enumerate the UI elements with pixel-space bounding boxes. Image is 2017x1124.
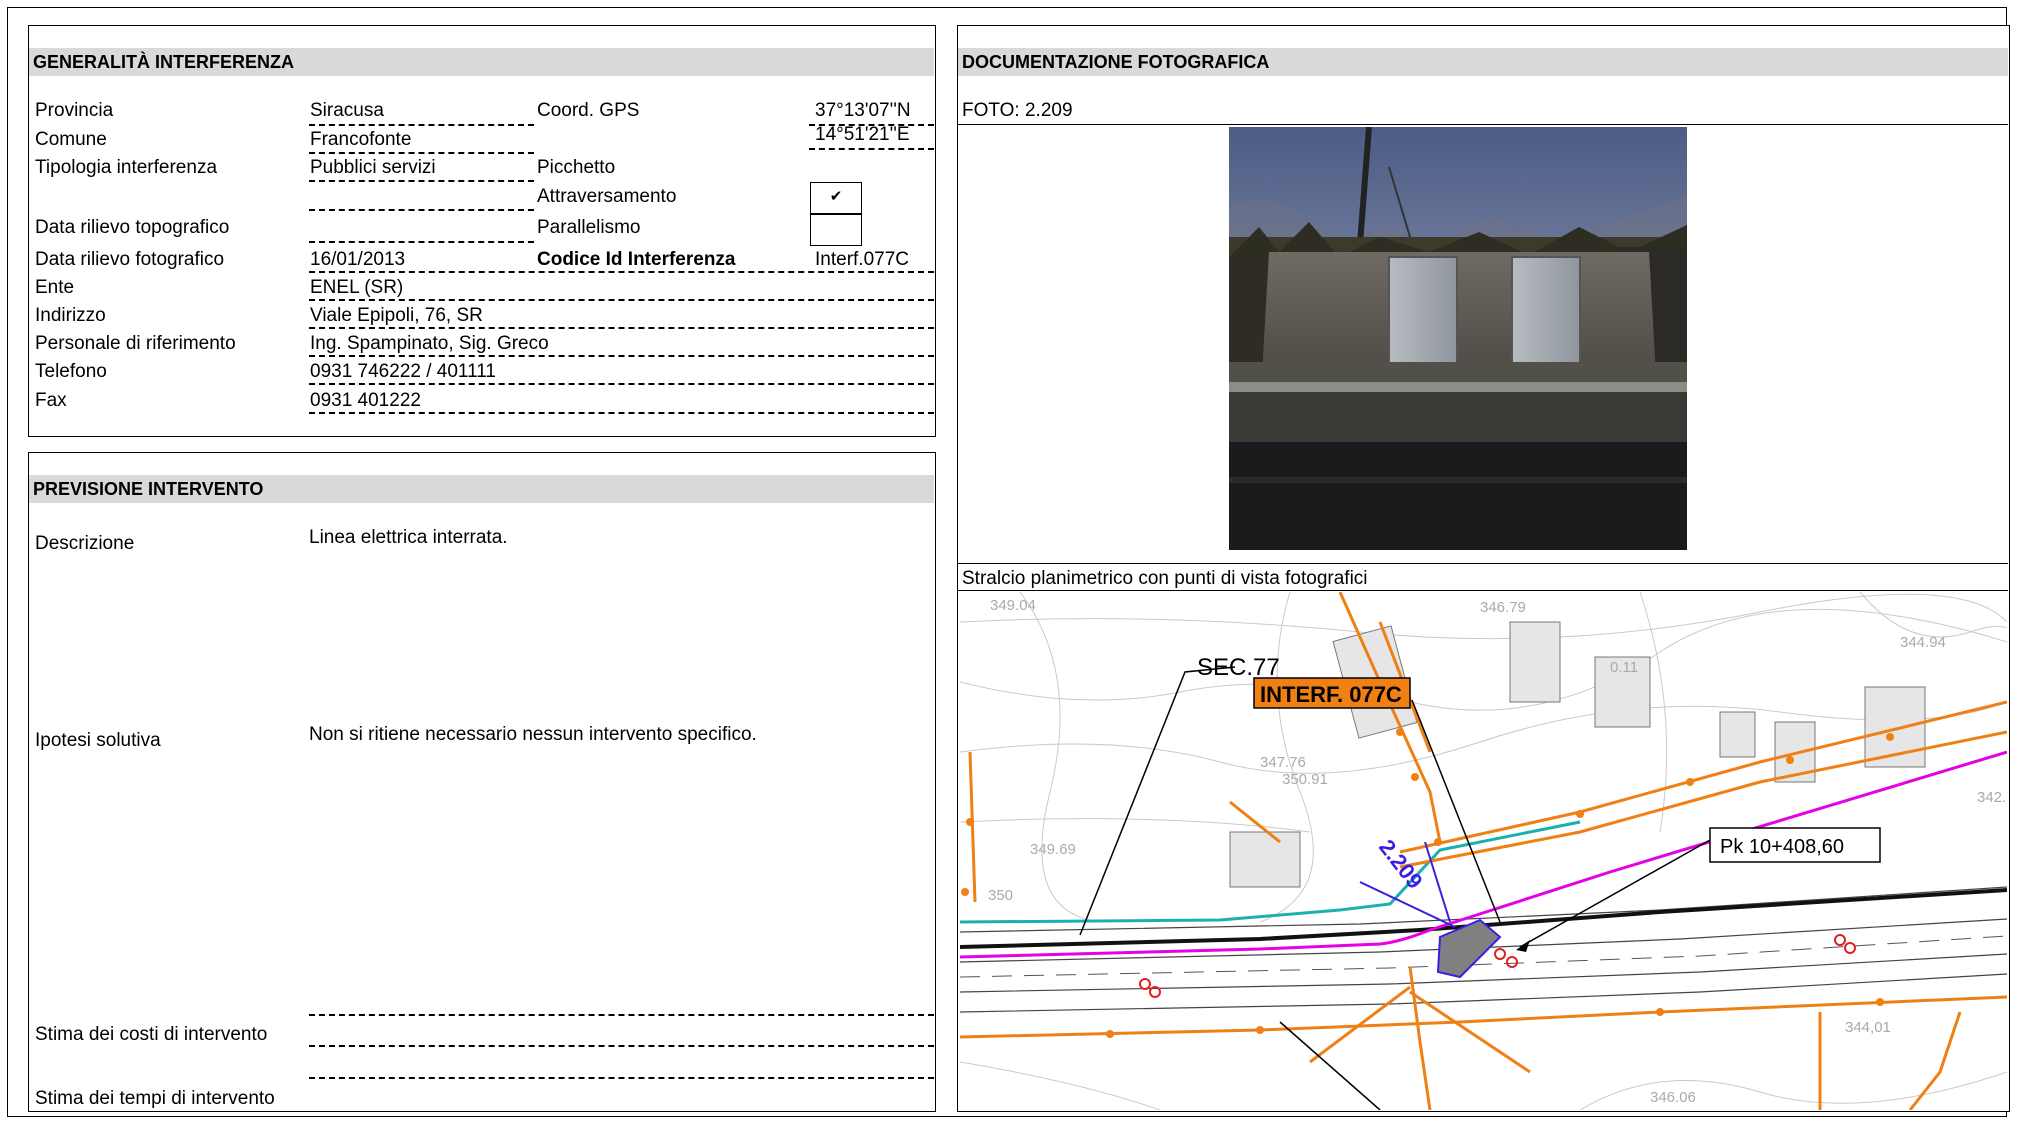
data-topo-label: Data rilievo topografico (35, 217, 230, 238)
elevation-label: 344,01 (1845, 1019, 1891, 1036)
personale-label: Personale di riferimento (35, 333, 236, 354)
fax-label: Fax (35, 390, 67, 411)
documentazione-section: DOCUMENTAZIONE FOTOGRAFICA FOTO: 2.209 S… (957, 25, 2010, 1112)
telefono-underline (309, 383, 934, 385)
telefono-label: Telefono (35, 361, 107, 382)
generalita-section: GENERALITÀ INTERFERENZA Provincia Comune… (28, 25, 936, 437)
tempi-underline (309, 1077, 934, 1079)
planimetric-map: 349.04 346.79 344.94 347.76 350.91 349.6… (960, 592, 2007, 1110)
data-foto-underline-2 (309, 271, 934, 273)
interference-label: INTERF. 077C (1260, 682, 1402, 707)
comune-underline (309, 152, 534, 154)
topo-underline (309, 209, 534, 211)
coord-label: Coord. GPS (537, 100, 640, 121)
coord-lon: 14°51'21''E (815, 124, 910, 145)
fax-value: 0931 401222 (310, 390, 421, 411)
descrizione-label: Descrizione (35, 533, 135, 554)
site-photo (1229, 127, 1687, 550)
coord-lat: 37°13'07''N (815, 100, 911, 121)
attraversamento-label: Attraversamento (537, 186, 677, 207)
tipologia-value: Pubblici servizi (310, 157, 436, 178)
costi-label: Stima dei costi di intervento (35, 1024, 268, 1045)
elevation-label: 349.04 (990, 597, 1036, 614)
ente-label: Ente (35, 277, 75, 298)
section-label: SEC.77 (1197, 654, 1280, 681)
elevation-label: 350 (988, 887, 1013, 904)
tempi-label: Stima dei tempi di intervento (35, 1088, 275, 1109)
codice-value: Interf.077C (815, 249, 909, 270)
previsione-section: PREVISIONE INTERVENTO Descrizione Linea … (28, 452, 936, 1112)
comune-value: Francofonte (310, 129, 412, 150)
chainage-label: Pk 10+408,60 (1720, 836, 1844, 858)
parallelismo-checkbox[interactable] (810, 214, 862, 246)
indirizzo-underline (309, 327, 934, 329)
attraversamento-checkbox[interactable]: ✔ (810, 182, 862, 214)
personale-underline (309, 355, 934, 357)
photo-image (1229, 127, 1687, 550)
elevation-label: 347.76 (1260, 754, 1306, 771)
tipologia-underline (309, 180, 534, 182)
foto-label: FOTO: 2.209 (962, 100, 1073, 121)
parallelismo-label: Parallelismo (537, 217, 641, 238)
indirizzo-value: Viale Epipoli, 76, SR (310, 305, 483, 326)
ente-underline (309, 299, 934, 301)
elevation-label: 346.06 (1650, 1089, 1696, 1106)
costi-underline-top (309, 1014, 934, 1016)
provincia-underline (309, 124, 534, 126)
elevation-label: 349.69 (1030, 841, 1076, 858)
indirizzo-label: Indirizzo (35, 305, 106, 326)
descrizione-value: Linea elettrica interrata. (309, 527, 508, 548)
elevation-label: 344.94 (1900, 634, 1946, 651)
coord-lat-underline (809, 124, 934, 126)
provincia-label: Provincia (35, 100, 114, 121)
ipotesi-label: Ipotesi solutiva (35, 730, 161, 751)
previsione-header: PREVISIONE INTERVENTO (29, 475, 934, 503)
ente-value: ENEL (SR) (310, 277, 404, 298)
telefono-value: 0931 746222 / 401111 (310, 361, 496, 382)
fax-underline (309, 412, 934, 414)
elevation-label: 342.7 (1977, 789, 2007, 806)
ipotesi-value: Non si ritiene necessario nessun interve… (309, 724, 757, 745)
map-drawing: 349.04 346.79 344.94 347.76 350.91 349.6… (960, 592, 2007, 1110)
coord-lon-underline (809, 148, 934, 150)
foto-divider (958, 124, 2008, 125)
costi-underline (309, 1045, 934, 1047)
stralcio-divider (958, 590, 2008, 591)
tipologia-label: Tipologia interferenza (35, 157, 218, 178)
data-foto-label: Data rilievo fotografico (35, 249, 225, 270)
generalita-header: GENERALITÀ INTERFERENZA (29, 48, 934, 76)
photo-bottom-divider (958, 563, 2008, 564)
stralcio-label: Stralcio planimetrico con punti di vista… (962, 568, 1368, 589)
picchetto-label: Picchetto (537, 157, 616, 178)
provincia-value: Siracusa (310, 100, 384, 121)
elevation-label: 350.91 (1282, 771, 1328, 788)
data-foto-value: 16/01/2013 (310, 249, 406, 270)
elevation-label: 0.11 (1610, 659, 1638, 676)
documentazione-header: DOCUMENTAZIONE FOTOGRAFICA (958, 48, 2008, 76)
personale-value: Ing. Spampinato, Sig. Greco (310, 333, 549, 354)
data-foto-underline (309, 241, 534, 243)
elevation-label: 346.79 (1480, 599, 1526, 616)
codice-label: Codice Id Interferenza (537, 249, 736, 270)
comune-label: Comune (35, 129, 107, 150)
